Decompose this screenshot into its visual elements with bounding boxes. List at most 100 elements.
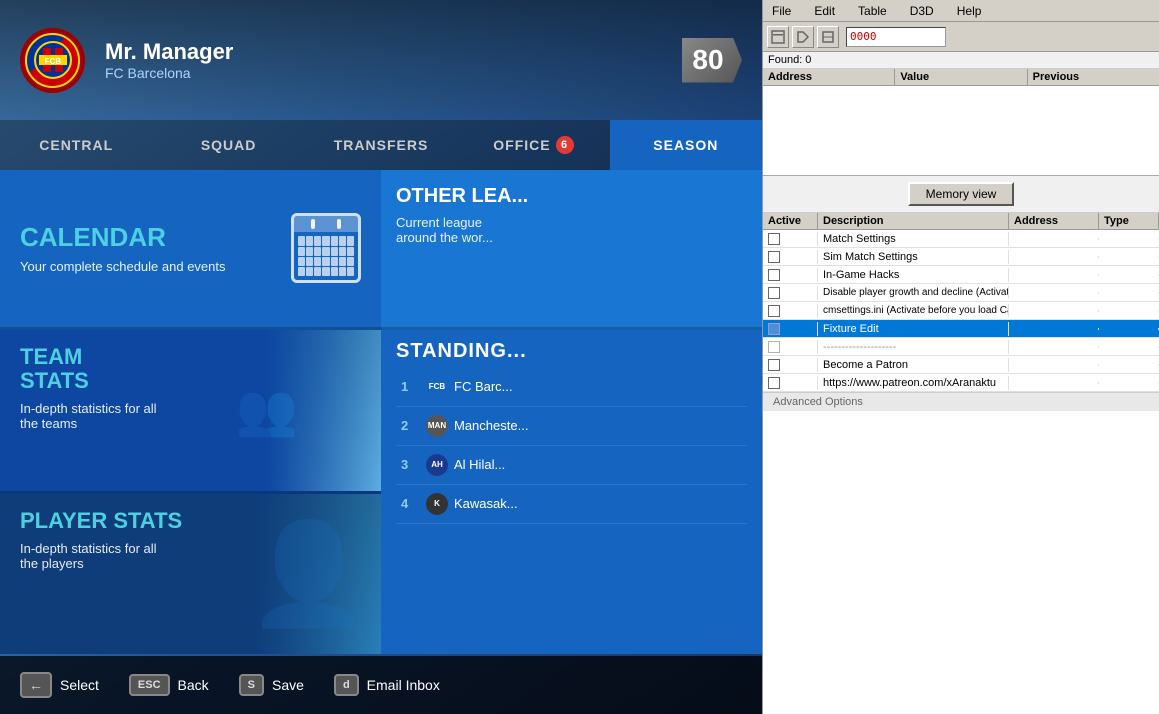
manager-name: Mr. Manager xyxy=(105,39,662,65)
menu-file[interactable]: File xyxy=(768,3,795,19)
tab-central[interactable]: CENTRAL xyxy=(0,120,152,170)
cheat-row-separator: -------------------- xyxy=(763,338,1159,356)
svg-text:FCB: FCB xyxy=(44,57,61,66)
advanced-options[interactable]: Advanced Options xyxy=(763,392,1159,411)
standings-name-4: Kawasak... xyxy=(454,496,742,511)
menu-help[interactable]: Help xyxy=(953,3,986,19)
cheat-cell-active-8 xyxy=(763,376,818,390)
cheat-checkbox-3[interactable] xyxy=(768,287,780,299)
team-stats-card[interactable]: TEAM STATS In-depth statistics for all t… xyxy=(0,330,381,495)
standings-pos-4: 4 xyxy=(401,496,426,511)
standings-pos-1: 1 xyxy=(401,379,426,394)
action-select: ← Select xyxy=(20,672,99,698)
cheat-checkbox-4[interactable] xyxy=(768,305,780,317)
cheat-checkbox-5[interactable] xyxy=(768,323,780,335)
cheat-table-header: Active Description Address Type xyxy=(763,213,1159,230)
standings-logo-4: K xyxy=(426,493,448,515)
cheat-cell-desc-5: Fixture Edit xyxy=(818,322,1009,336)
found-label: Found: 0 xyxy=(763,52,1159,69)
player-stats-subtitle: In-depth statistics for all the players xyxy=(20,541,361,571)
cheat-row-2[interactable]: In-Game Hacks xyxy=(763,266,1159,284)
cheat-row-3[interactable]: Disable player growth and decline (Activ… xyxy=(763,284,1159,302)
action-email: d Email Inbox xyxy=(334,674,440,696)
th-previous: Previous xyxy=(1028,69,1159,85)
cheat-cell-active-0 xyxy=(763,232,818,246)
team-stats-subtitle: In-depth statistics for all the teams xyxy=(20,401,361,431)
calendar-card[interactable]: CALENDAR Your complete schedule and even… xyxy=(0,170,381,330)
cheat-cell-active-7 xyxy=(763,358,818,372)
tab-transfers[interactable]: TRANSFERS xyxy=(305,120,457,170)
cheat-cell-addr-3 xyxy=(1009,292,1099,294)
memory-view-button[interactable]: Memory view xyxy=(908,182,1015,206)
game-area: FCB Mr. Manager FC Barcelona 80 CENTRAL … xyxy=(0,0,762,714)
back-label: Back xyxy=(178,677,209,693)
cheat-cell-type-1 xyxy=(1099,256,1159,258)
menu-edit[interactable]: Edit xyxy=(810,3,839,19)
scan-table-header: Address Value Previous xyxy=(763,69,1159,86)
left-column: CALENDAR Your complete schedule and even… xyxy=(0,170,381,654)
tab-season[interactable]: SEASON xyxy=(610,120,762,170)
standings-name-2: Mancheste... xyxy=(454,418,742,433)
cheat-row-4[interactable]: cmsettings.ini (Activate before you load… xyxy=(763,302,1159,320)
club-logo-inner: FCB xyxy=(25,33,80,88)
cheat-cell-addr-8 xyxy=(1009,382,1099,384)
cheat-cell-addr-0 xyxy=(1009,238,1099,240)
cheat-cell-desc-1: Sim Match Settings xyxy=(818,250,1009,264)
cheat-checkbox-7[interactable] xyxy=(768,359,780,371)
cheat-table: Active Description Address Type Match Se… xyxy=(763,213,1159,714)
cheat-cell-type-0 xyxy=(1099,238,1159,240)
standings-card[interactable]: STANDING... 1 FCB FC Barc... 2 MAN Manch… xyxy=(381,330,762,654)
cheat-row-1[interactable]: Sim Match Settings xyxy=(763,248,1159,266)
cheat-row-8[interactable]: https://www.patreon.com/xAranaktu xyxy=(763,374,1159,392)
cheat-cell-type-7 xyxy=(1099,364,1159,366)
toolbar-btn-2[interactable] xyxy=(792,26,814,48)
cheat-cell-type-5 xyxy=(1099,328,1159,330)
cheat-checkbox-1[interactable] xyxy=(768,251,780,263)
cheat-th-description: Description xyxy=(818,213,1009,229)
bottom-bar: ← Select ESC Back S Save d Email Inbox xyxy=(0,656,762,714)
toolbar-btn-3[interactable] xyxy=(817,26,839,48)
player-stats-card[interactable]: PLAYER STATS In-depth statistics for all… xyxy=(0,494,381,654)
cheat-cell-addr-2 xyxy=(1009,274,1099,276)
standings-name-1: FC Barc... xyxy=(454,379,742,394)
cheat-row-0[interactable]: Match Settings xyxy=(763,230,1159,248)
right-column: OTHER LEA... Current league around the w… xyxy=(381,170,762,654)
cheat-cell-active-sep xyxy=(763,340,818,354)
other-leagues-subtitle: Current league around the wor... xyxy=(396,215,747,245)
menu-table[interactable]: Table xyxy=(854,3,891,19)
cheat-row-7[interactable]: Become a Patron xyxy=(763,356,1159,374)
office-badge: 6 xyxy=(556,136,574,154)
standings-row-4: 4 K Kawasak... xyxy=(396,485,747,524)
cheat-checkbox-8[interactable] xyxy=(768,377,780,389)
save-key-icon: S xyxy=(239,674,264,696)
standings-pos-3: 3 xyxy=(401,457,426,472)
standings-row-3: 3 AH Al Hilal... xyxy=(396,446,747,485)
action-save: S Save xyxy=(239,674,304,696)
cheat-checkbox-sep xyxy=(768,341,780,353)
toolbar-btn-1[interactable] xyxy=(767,26,789,48)
calendar-card-text: CALENDAR Your complete schedule and even… xyxy=(20,223,226,275)
hex-display: 0000 xyxy=(846,27,946,47)
cheat-th-type: Type xyxy=(1099,213,1159,229)
cheat-cell-active-3 xyxy=(763,286,818,300)
action-back: ESC Back xyxy=(129,674,209,696)
cheat-cell-active-5 xyxy=(763,322,818,336)
cheat-cell-type-2 xyxy=(1099,274,1159,276)
player-stats-text: PLAYER STATS In-depth statistics for all… xyxy=(20,509,361,571)
cheat-cell-addr-5 xyxy=(1009,328,1099,330)
header-bar: FCB Mr. Manager FC Barcelona 80 xyxy=(0,0,762,120)
tab-squad[interactable]: SQUAD xyxy=(152,120,304,170)
scan-results-area[interactable] xyxy=(763,86,1159,176)
cheat-cell-active-4 xyxy=(763,304,818,318)
cheat-cell-addr-7 xyxy=(1009,364,1099,366)
cheat-cell-desc-0: Match Settings xyxy=(818,232,1009,246)
tab-office[interactable]: OFFICE 6 xyxy=(457,120,609,170)
cheat-cell-addr-1 xyxy=(1009,256,1099,258)
menu-d3d[interactable]: D3D xyxy=(906,3,938,19)
cheat-cell-desc-2: In-Game Hacks xyxy=(818,268,1009,282)
cheat-checkbox-2[interactable] xyxy=(768,269,780,281)
cheat-row-5[interactable]: Fixture Edit xyxy=(763,320,1159,338)
email-label: Email Inbox xyxy=(367,677,440,693)
cheat-checkbox-0[interactable] xyxy=(768,233,780,245)
other-leagues-card[interactable]: OTHER LEA... Current league around the w… xyxy=(381,170,762,330)
